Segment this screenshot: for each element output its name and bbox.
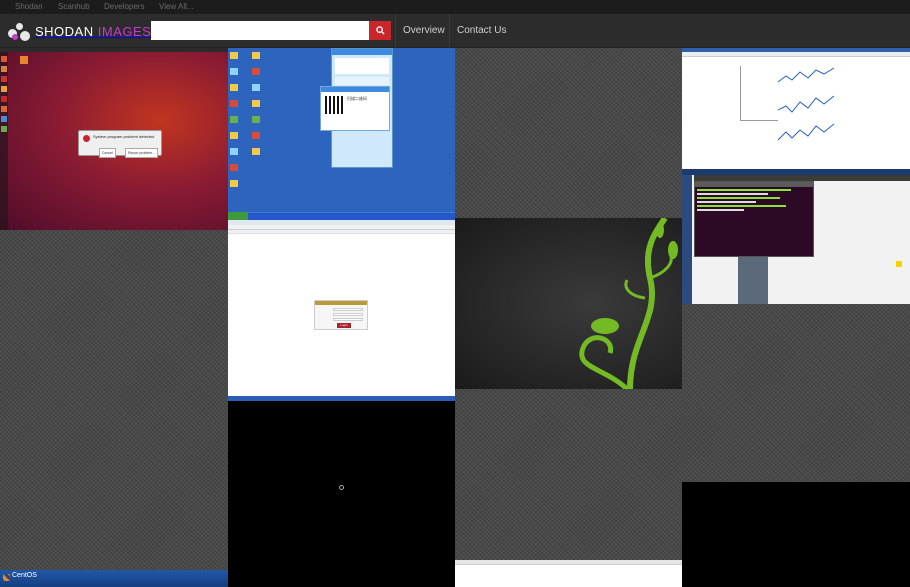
topnav-view-all-link[interactable]: View All... (159, 2, 194, 11)
topnav-scanhub-link[interactable]: Scanhub (58, 2, 90, 11)
login-form: Login (314, 300, 368, 330)
problem-dialog: System program problem detected Cancel R… (78, 130, 162, 158)
screenshot-tile-windows-xp[interactable]: 扫描二维码 (228, 48, 455, 220)
screenshot-tile-opensuse[interactable] (455, 218, 682, 389)
screenshot-tile-terminal-desktop[interactable] (682, 175, 910, 304)
screenshot-tile-pattern[interactable] (682, 304, 910, 482)
search-button[interactable] (369, 21, 391, 40)
shodan-images-logo[interactable]: Shodan Images (8, 20, 151, 42)
top-navbar: Shodan Scanhub Developers View All... (0, 0, 910, 14)
nav-overview-link[interactable]: Overview (395, 14, 452, 48)
dialog-report-button[interactable]: Report problem... (125, 148, 159, 158)
brand-primary: Shodan (35, 23, 94, 39)
centos-brand: CentOS (12, 572, 37, 579)
stock-charts-graphic (778, 67, 835, 141)
search-icon (375, 26, 385, 35)
screenshot-tile-pattern[interactable] (455, 48, 682, 218)
qr-caption: 扫描二维码 (347, 96, 367, 101)
screenshot-tile-black-screen[interactable] (228, 401, 455, 587)
brand-name: Shodan Images (35, 24, 151, 39)
search-input[interactable] (151, 21, 369, 40)
dialog-title: System program problem detected (93, 134, 155, 139)
screenshot-tile-centos[interactable]: CentOS (0, 570, 228, 587)
image-grid: System program problem detected Cancel R… (0, 48, 910, 587)
dialog-cancel-button[interactable]: Cancel (99, 148, 116, 158)
screenshot-tile-black-screen[interactable] (682, 482, 910, 587)
nav-contact-us-link[interactable]: Contact Us (449, 14, 513, 48)
topnav-developers-link[interactable]: Developers (104, 2, 144, 11)
centos-logo-icon (3, 574, 10, 581)
login-button[interactable]: Login (337, 323, 351, 328)
terminal-window (694, 181, 814, 257)
shodan-logo-icon (8, 20, 30, 42)
brand-secondary: Images (97, 23, 152, 39)
screenshot-tile-pattern[interactable] (0, 230, 228, 570)
opensuse-vine-graphic (579, 218, 678, 389)
screenshot-tile-browser-login[interactable]: Login (228, 220, 455, 401)
screenshot-tile-pattern[interactable] (455, 389, 682, 560)
screenshot-tile-white-window[interactable] (455, 560, 682, 587)
screenshot-tile-ubuntu[interactable]: System program problem detected Cancel R… (0, 48, 228, 230)
screenshot-tile-chart-app[interactable] (682, 48, 910, 175)
topnav-shodan-link[interactable]: Shodan (15, 2, 43, 11)
qr-popup: 扫描二维码 (320, 86, 390, 131)
